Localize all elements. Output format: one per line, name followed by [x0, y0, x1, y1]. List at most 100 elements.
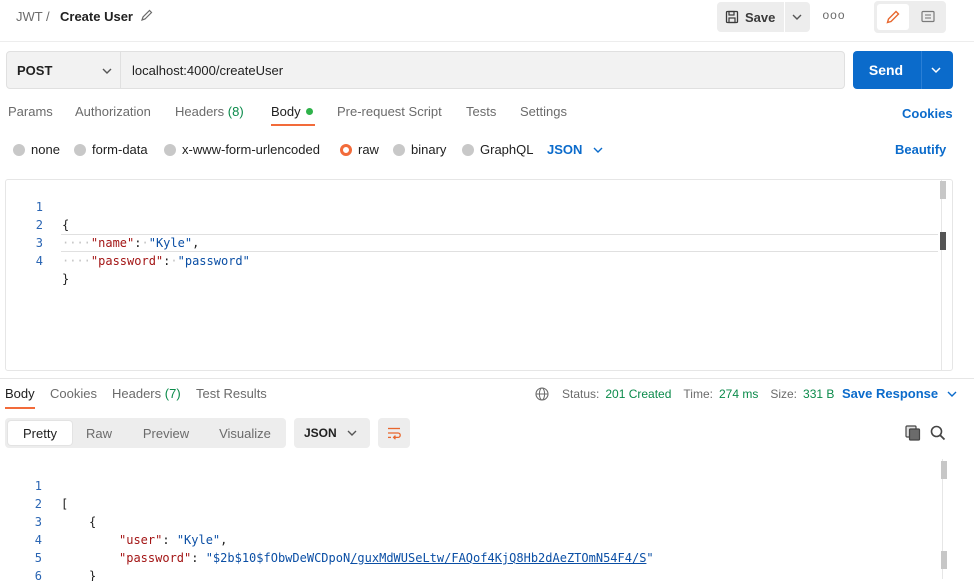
code-text: } — [89, 567, 96, 581]
body-indicator-dot — [305, 108, 313, 115]
save-button[interactable]: Save — [717, 2, 810, 32]
editor-cursor-marker — [940, 232, 946, 250]
save-response-button[interactable]: Save Response — [842, 386, 958, 401]
editor-scroll-track — [941, 180, 942, 370]
response-body-viewer[interactable]: 1 [ 2 { 3 "user": "Kyle", 4 "password": … — [5, 459, 953, 581]
brace: } — [62, 272, 70, 286]
beautify-button[interactable]: Beautify — [895, 142, 946, 157]
brace: } — [89, 569, 97, 581]
tab-body-label: Body — [271, 104, 301, 119]
response-format-select[interactable]: JSON — [294, 418, 370, 448]
tab-settings[interactable]: Settings — [520, 104, 567, 119]
tab-headers-label: Headers — [175, 104, 225, 119]
pencil-icon — [886, 10, 900, 24]
tab-pre-request-script[interactable]: Pre-request Script — [337, 104, 442, 119]
comments-view-toggle[interactable] — [912, 4, 944, 30]
more-actions-button[interactable]: ooo — [820, 8, 848, 24]
radio-circle — [74, 143, 86, 156]
status-label: Status: — [562, 387, 600, 401]
radio-circle — [393, 143, 405, 156]
response-divider[interactable] — [0, 378, 974, 379]
search-icon[interactable] — [929, 424, 947, 442]
sidebar-view-toggle[interactable] — [874, 1, 946, 33]
radio-circle-selected — [340, 143, 352, 156]
radio-x-www-form-urlencoded[interactable]: x-www-form-urlencoded — [164, 142, 320, 157]
globe-icon[interactable] — [535, 387, 549, 401]
breadcrumb-separator: / — [46, 9, 50, 24]
code-line: 3 "user": "Kyle", — [5, 495, 945, 547]
radio-circle — [164, 143, 176, 156]
edit-view-toggle[interactable] — [877, 4, 909, 30]
url-input[interactable]: localhost:4000/createUser — [120, 51, 845, 89]
response-tab-test-results[interactable]: Test Results — [196, 386, 267, 401]
edit-name-pencil-icon[interactable] — [140, 8, 154, 22]
code-line: 3 ····"password":·"password" — [6, 216, 946, 268]
code-line: 1 { — [6, 180, 946, 232]
view-preview[interactable]: Preview — [135, 421, 197, 445]
json-key: "password" — [90, 254, 164, 268]
wrap-lines-icon — [388, 427, 401, 440]
cookies-link[interactable]: Cookies — [902, 106, 953, 121]
response-scroll-marker — [941, 551, 947, 569]
code-line: 2 { — [5, 477, 945, 529]
line-number: 6 — [34, 569, 42, 581]
tab-params[interactable]: Params — [8, 104, 53, 119]
status-value[interactable]: 201 Created — [605, 387, 671, 401]
code-line: 4 "password": "$2b$10$fObwDeWCDpoN/guxMd… — [5, 513, 945, 565]
response-tab-headers[interactable]: Headers (7) — [112, 386, 181, 401]
view-visualize[interactable]: Visualize — [210, 421, 280, 445]
save-response-label: Save Response — [842, 386, 939, 401]
chevron-down-icon — [347, 430, 357, 436]
comment-icon — [921, 10, 935, 23]
time-label: Time: — [683, 387, 713, 401]
code-line: 1 [ — [5, 459, 945, 511]
send-divider — [921, 51, 922, 89]
response-view-mode: Pretty Raw Preview Visualize — [5, 418, 286, 448]
response-scrollbar[interactable] — [941, 461, 947, 479]
breadcrumb-workspace[interactable]: JWT — [16, 9, 43, 24]
request-body-editor[interactable]: 1 { 2 ····"name":·"Kyle", 3 ····"passwor… — [5, 179, 953, 371]
copy-icon[interactable] — [904, 424, 922, 442]
code-text: } — [62, 270, 69, 288]
active-tab-underline — [271, 124, 315, 126]
response-format-value: JSON — [304, 426, 337, 440]
size-value[interactable]: 331 B — [803, 387, 834, 401]
json-string: "password" — [177, 254, 250, 268]
body-language-select[interactable]: JSON — [547, 142, 604, 157]
view-raw[interactable]: Raw — [75, 421, 123, 445]
time-value[interactable]: 274 ms — [719, 387, 758, 401]
radio-label: x-www-form-urlencoded — [182, 142, 320, 157]
wrap-lines-button[interactable] — [378, 418, 410, 448]
radio-circle — [13, 143, 25, 156]
radio-none[interactable]: none — [13, 142, 60, 157]
size-label: Size: — [770, 387, 798, 401]
view-pretty[interactable]: Pretty — [8, 421, 72, 445]
method-select[interactable]: POST — [6, 51, 121, 89]
tab-tests[interactable]: Tests — [466, 104, 496, 119]
chevron-down-icon — [593, 147, 603, 153]
response-tab-headers-count: (7) — [164, 386, 181, 401]
send-label: Send — [868, 62, 904, 78]
editor-scrollbar[interactable] — [940, 181, 946, 199]
tab-authorization[interactable]: Authorization — [75, 104, 151, 119]
radio-graphql[interactable]: GraphQL — [462, 142, 533, 157]
code-line: 2 ····"name":·"Kyle", — [6, 198, 946, 250]
save-options-chevron-down-icon[interactable] — [791, 11, 803, 23]
tab-headers[interactable]: Headers (8) — [175, 104, 244, 119]
response-tab-body[interactable]: Body — [5, 386, 35, 401]
response-tab-cookies[interactable]: Cookies — [50, 386, 97, 401]
body-language-value: JSON — [547, 142, 583, 157]
save-disk-icon — [725, 10, 739, 24]
chevron-down-icon — [947, 391, 957, 397]
request-name[interactable]: Create User — [60, 9, 133, 24]
response-status-bar: Status: 201 Created Time: 274 ms Size: 3… — [535, 386, 834, 402]
send-options-chevron-down-icon[interactable] — [930, 64, 942, 76]
tab-body[interactable]: Body — [271, 104, 313, 119]
radio-form-data[interactable]: form-data — [74, 142, 148, 157]
radio-circle — [462, 143, 474, 156]
send-button[interactable]: Send — [853, 51, 953, 89]
line-number: 4 — [35, 254, 43, 268]
radio-label: GraphQL — [480, 142, 534, 157]
radio-raw[interactable]: raw — [340, 142, 379, 157]
radio-binary[interactable]: binary — [393, 142, 446, 157]
